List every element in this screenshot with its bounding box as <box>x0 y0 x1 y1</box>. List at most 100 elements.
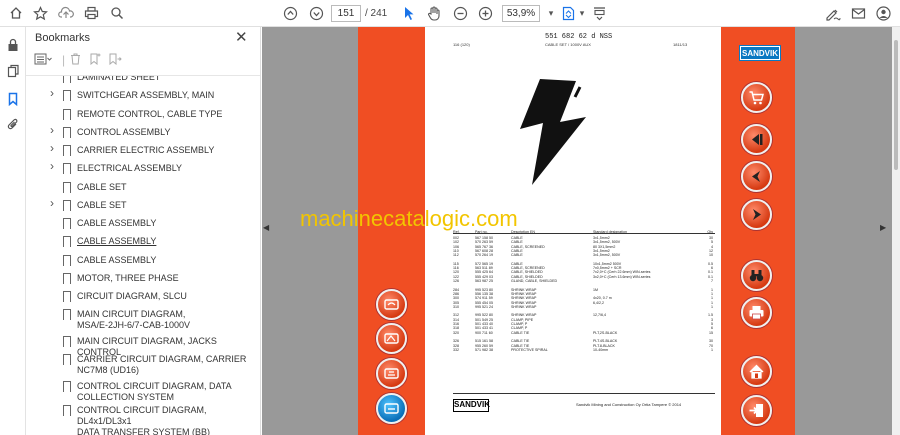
bookmark-flag-icon <box>63 76 71 84</box>
bookmark-label: SWITCHGEAR ASSEMBLY, MAIN <box>77 90 215 100</box>
bookmark-label: REMOTE CONTROL, CABLE TYPE <box>77 109 223 119</box>
bookmark-flag-icon <box>63 354 71 366</box>
bookmark-toolbar: | <box>34 53 174 71</box>
printer-button[interactable] <box>741 297 772 328</box>
copy-icon[interactable] <box>3 61 23 81</box>
column-header: Standard designation <box>593 230 627 234</box>
bookmark-flag-icon <box>63 381 71 393</box>
bookmark-flag-icon <box>63 273 71 285</box>
zoom-in-icon[interactable] <box>475 4 495 22</box>
page-total: / 241 <box>365 8 388 19</box>
upload-icon[interactable] <box>56 4 76 22</box>
scrollbar-thumb[interactable] <box>894 40 898 170</box>
column-header: Qty <box>707 230 713 234</box>
bookmark-flag-icon <box>63 405 71 417</box>
bookmark-icon[interactable] <box>3 89 23 109</box>
bookmark-flag-icon <box>63 127 71 139</box>
bookmark-label: CONTROL CIRCUIT DIAGRAM, DATA COLLECTION… <box>77 381 232 402</box>
bookmark-flag-icon <box>63 336 71 348</box>
table-cell: 571 982 38 <box>475 347 493 352</box>
cursor-icon[interactable] <box>399 4 419 22</box>
panel-title: Bookmarks <box>35 32 91 44</box>
scroll-icon[interactable] <box>589 4 609 22</box>
bookmark-flag-icon <box>63 309 71 321</box>
table-cell: PROTECTIVE SPIRAL <box>511 347 548 352</box>
bookmark-label: CONTROL ASSEMBLY <box>77 127 171 137</box>
bookmark-flag-icon <box>63 182 71 194</box>
search-icon[interactable] <box>107 4 127 22</box>
page-down-icon[interactable] <box>306 4 326 22</box>
home-icon[interactable] <box>6 4 26 22</box>
bookmark-label: CABLE SET <box>77 200 127 210</box>
electrical-symbol-icon <box>520 79 586 185</box>
footer-copyright: Sandvik Mining and Construction Oy Ortia… <box>576 402 682 407</box>
table-row: 332 571 982 38 PROTECTIVE SPIRAL 10-40mm 1 <box>453 348 715 352</box>
parts-list-button[interactable] <box>376 323 407 354</box>
drawing-button[interactable] <box>376 358 407 389</box>
bookmark-flag-icon <box>63 200 71 212</box>
bookmark-label: CIRCUIT DIAGRAM, SLCU <box>77 291 187 301</box>
document-date: 1811/13 <box>673 42 688 47</box>
bookmark-flag-icon <box>63 236 71 248</box>
binoculars-button[interactable] <box>741 260 772 291</box>
next-page-button[interactable] <box>741 199 772 230</box>
active-view-button[interactable] <box>376 393 407 424</box>
bookmark-label: CABLE ASSEMBLY <box>77 236 157 246</box>
print-icon[interactable] <box>81 4 101 22</box>
bookmark-label: ELECTRICAL ASSEMBLY <box>77 163 183 173</box>
paperclip-icon[interactable] <box>3 115 23 135</box>
star-icon[interactable] <box>30 4 50 22</box>
bookmark-flag-icon <box>63 218 71 230</box>
navigation-rail <box>0 27 26 435</box>
first-page-button[interactable] <box>741 124 772 155</box>
exit-button[interactable] <box>741 395 772 426</box>
separator: | <box>62 53 66 67</box>
expand-chevron-icon[interactable]: › <box>50 87 54 99</box>
bookmark-label: CONTROL CIRCUIT DIAGRAM, DL4x1/DL3x1 DAT… <box>77 405 211 435</box>
table-cell: 332 <box>453 347 459 352</box>
sign-icon[interactable] <box>823 4 843 22</box>
hand-icon[interactable] <box>424 4 444 22</box>
previous-page-button[interactable] <box>741 161 772 192</box>
bookmark-flag-icon <box>63 291 71 303</box>
document-title: CABLE SET / 1000V AUX <box>545 42 591 47</box>
expand-chevron-icon[interactable]: › <box>50 142 54 154</box>
sandvik-logo: SANDVIK <box>453 399 490 412</box>
bookmark-label: CABLE ASSEMBLY <box>77 218 157 228</box>
trash-icon[interactable] <box>70 53 81 68</box>
expand-chevron-icon[interactable]: › <box>50 124 54 136</box>
footer-divider <box>453 393 715 394</box>
options-icon[interactable] <box>34 53 52 68</box>
account-icon[interactable] <box>873 4 893 22</box>
bookmark-list: LAMINATED SHEET › SWITCHGEAR ASSEMBLY, MAI… <box>26 76 248 435</box>
lock-icon[interactable] <box>3 35 23 55</box>
table-cell: 1 <box>711 347 713 352</box>
bookmark-flag-icon <box>63 109 71 121</box>
bookmark-flag-icon <box>63 163 71 175</box>
bookmark-label: MAIN CIRCUIT DIAGRAM, MSA/E-2JH-6/7-CAB-… <box>77 309 191 330</box>
bookmark-label: CARRIER CIRCUIT DIAGRAM, CARRIER NC7M8 (… <box>77 354 247 375</box>
expand-chevron-icon[interactable]: › <box>50 160 54 172</box>
zoom-out-icon[interactable] <box>450 4 470 22</box>
collapse-panel-icon[interactable]: ◀ <box>263 223 269 232</box>
page-number-input[interactable]: 151 <box>331 5 361 22</box>
expand-chevron-icon[interactable]: › <box>50 197 54 209</box>
bookmark-label: CARRIER ELECTRIC ASSEMBLY <box>77 145 215 155</box>
mail-icon[interactable] <box>848 4 868 22</box>
open-book-button[interactable] <box>376 289 407 320</box>
home-button[interactable] <box>741 356 772 387</box>
close-icon[interactable]: ✕ <box>235 28 248 46</box>
cart-button[interactable] <box>741 82 772 113</box>
bookmark-label: LAMINATED SHEET <box>77 76 161 82</box>
new-bookmark-icon[interactable] <box>89 53 101 68</box>
table-cell: 10-40mm <box>593 347 609 352</box>
document-code: 551 682 62 d NSS <box>545 33 613 41</box>
bookmark-label: CABLE ASSEMBLY <box>77 255 157 265</box>
expand-tools-icon[interactable]: ▶ <box>880 223 886 232</box>
bookmark-label: CABLE SET <box>77 182 127 192</box>
expand-bookmark-icon[interactable] <box>108 53 122 68</box>
page-ref: 116 (120) <box>453 42 470 47</box>
zoom-input[interactable]: 53,9% <box>502 5 540 22</box>
watermark: machinecatalogic.com <box>300 206 518 231</box>
page-up-icon[interactable] <box>280 4 300 22</box>
